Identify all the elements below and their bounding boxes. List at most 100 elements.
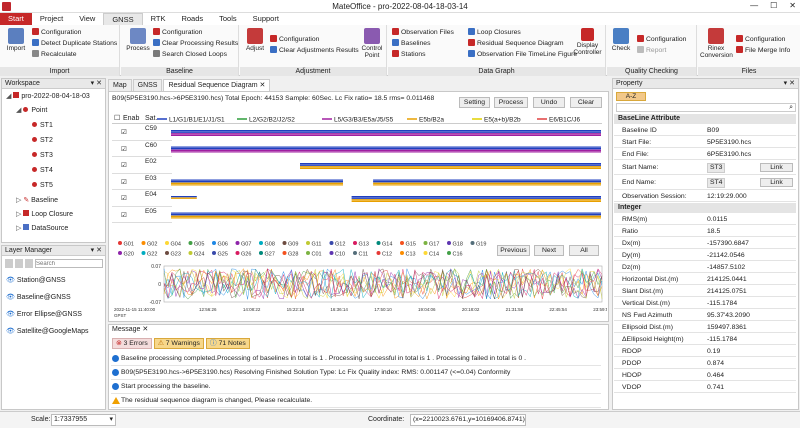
residual-diagram-button[interactable]: Residual Sequence Diagram (468, 39, 564, 48)
check-button[interactable]: Check (610, 28, 632, 52)
satellite-row[interactable]: ☑ E03 (112, 174, 172, 190)
layer-error-ellipse[interactable]: 👁 Error Ellipse@GNSS (6, 310, 82, 319)
tree-point[interactable]: ◢ Point (16, 106, 47, 115)
satellite-row[interactable]: ☑ E02 (112, 157, 172, 174)
satellite-row[interactable]: ☑ C59 (112, 124, 172, 141)
minimize-icon[interactable]: — (750, 1, 758, 10)
property-row[interactable]: Dz(m) -14857.5102 (614, 262, 796, 273)
maximize-icon[interactable]: ☐ (770, 1, 777, 10)
setting-button[interactable]: Setting (459, 97, 490, 108)
timeline-figure-button[interactable]: Observation File TimeLine Figure (468, 50, 577, 59)
close-tab-icon[interactable]: ✕ (260, 82, 266, 89)
errors-tab[interactable]: ⊗ 3 Errors (112, 338, 152, 349)
eye-icon[interactable]: 👁 (6, 294, 17, 301)
observation-files-button[interactable]: Observation Files (392, 28, 454, 37)
adjustment-configuration-button[interactable]: Configuration (270, 35, 319, 44)
scale-select[interactable]: 1:7337955 ▾ (51, 414, 116, 426)
property-row[interactable]: Observation Session: 12:19:29.000 (614, 191, 796, 202)
enable-checkbox[interactable]: ☐ (114, 114, 120, 122)
property-search-input[interactable]: ⌕ (616, 103, 796, 112)
process-residual-button[interactable]: Process (494, 97, 528, 108)
display-controller-button[interactable]: Display Controller (571, 28, 604, 56)
previous-button[interactable]: Previous (497, 245, 530, 256)
property-row[interactable]: HDOP 0.464 (614, 370, 796, 381)
tree-project[interactable]: ◢ pro-2022-08-04-18-03 (6, 92, 90, 101)
layer-satellite[interactable]: 👁 Satellite@GoogleMaps (6, 327, 89, 336)
report-button[interactable]: Report (637, 46, 666, 55)
detect-duplicates-button[interactable]: Detect Duplicate Stations (32, 39, 117, 48)
property-row[interactable]: NS Fwd Azimuth 95.37'43.2090 (614, 310, 796, 321)
tree-baseline[interactable]: ▷ ✎ Baseline (16, 196, 58, 205)
message-row[interactable]: B09(5P5E3190.hcs->6P5E3190.hcs) Resolvin… (111, 366, 601, 380)
property-row[interactable]: RMS(m) 0.0115 (614, 214, 796, 225)
menu-view[interactable]: View (71, 13, 103, 25)
property-row[interactable]: Start Name: ST3 Link (614, 161, 796, 175)
warnings-tab[interactable]: ⚠ 7 Warnings (153, 338, 204, 349)
menu-rtk[interactable]: RTK (143, 13, 174, 25)
satellite-checkbox[interactable]: ☑ (121, 161, 127, 169)
rinex-conversion-button[interactable]: Rinex Conversion (700, 28, 733, 59)
close-tab-icon[interactable]: ✕ (142, 326, 148, 333)
loop-closures-button[interactable]: Loop Closures (468, 28, 521, 37)
files-configuration-button[interactable]: Configuration (736, 35, 785, 44)
eye-icon[interactable]: 👁 (6, 277, 17, 284)
tree-st5[interactable]: ST5 (32, 181, 53, 190)
property-row[interactable]: PDOP 0.874 (614, 358, 796, 369)
property-row[interactable]: Dx(m) -157390.6847 (614, 238, 796, 249)
import-configuration-button[interactable]: Configuration (32, 28, 81, 37)
panel-buttons[interactable]: ▾ ✕ (91, 246, 102, 256)
property-row[interactable]: Baseline ID B09 (614, 125, 796, 136)
link-button[interactable]: Link (760, 163, 793, 172)
clear-adjustments-button[interactable]: Clear Adjustments Results (270, 46, 359, 55)
satellite-checkbox[interactable]: ☑ (121, 194, 127, 202)
satellite-checkbox[interactable]: ☑ (121, 145, 127, 153)
property-row[interactable]: End Name: ST4 Link (614, 176, 796, 190)
tree-st2[interactable]: ST2 (32, 136, 53, 145)
property-row[interactable]: Start File: 5P5E3190.hcs (614, 137, 796, 148)
baseline-configuration-button[interactable]: Configuration (153, 28, 202, 37)
undo-button[interactable]: Undo (533, 97, 565, 108)
sort-az-button[interactable]: A-Z (616, 92, 646, 101)
layer-baseline[interactable]: 👁 Baseline@GNSS (6, 293, 71, 302)
baselines-button[interactable]: Baselines (392, 39, 430, 48)
menu-roads[interactable]: Roads (173, 13, 211, 25)
property-row[interactable]: RDOP 0.19 (614, 346, 796, 357)
menu-start[interactable]: Start (0, 13, 32, 25)
property-row[interactable]: Dy(m) -21142.0546 (614, 250, 796, 261)
eye-icon[interactable]: 👁 (6, 328, 17, 335)
search-loops-button[interactable]: Search Closed Loops (153, 50, 227, 59)
menu-gnss[interactable]: GNSS (103, 13, 143, 25)
message-row[interactable]: Start processing the baseline. (111, 380, 601, 394)
all-button[interactable]: All (569, 245, 599, 256)
tree-datasource[interactable]: ▷ DataSource (16, 224, 68, 233)
tree-loop-closure[interactable]: ▷ Loop Closure (16, 210, 73, 219)
layer-tool-icon[interactable] (15, 259, 23, 268)
menu-project[interactable]: Project (32, 13, 71, 25)
property-row[interactable]: VDOP 0.741 (614, 382, 796, 393)
clear-button[interactable]: Clear (570, 97, 602, 108)
notes-tab[interactable]: ⓘ 71 Notes (205, 338, 250, 349)
satellite-checkbox[interactable]: ☑ (121, 178, 127, 186)
tab-gnss[interactable]: GNSS (132, 79, 163, 91)
layer-tool-icon[interactable] (5, 259, 13, 268)
tree-st1[interactable]: ST1 (32, 121, 53, 130)
tree-st3[interactable]: ST3 (32, 151, 53, 160)
satellite-checkbox[interactable]: ☑ (121, 211, 127, 219)
property-row[interactable]: Horizontal Dist.(m) 214125.0441 (614, 274, 796, 285)
property-row[interactable]: Vertical Dist.(m) -115.1784 (614, 298, 796, 309)
menu-support[interactable]: Support (245, 13, 287, 25)
menu-tools[interactable]: Tools (211, 13, 245, 25)
close-icon[interactable]: ✕ (789, 1, 796, 10)
layer-station[interactable]: 👁 Station@GNSS (6, 276, 66, 285)
property-row[interactable]: Ellipsoid Dist.(m) 159497.8361 (614, 322, 796, 333)
control-point-button[interactable]: Control Point (359, 28, 385, 59)
file-merge-button[interactable]: File Merge Info (736, 46, 790, 55)
satellite-row[interactable]: ☑ C60 (112, 141, 172, 157)
satellite-row[interactable]: ☑ E04 (112, 190, 172, 207)
tab-map[interactable]: Map (108, 79, 132, 91)
message-row[interactable]: The residual sequence diagram is changed… (111, 394, 601, 408)
clear-processing-button[interactable]: Clear Processing Results (153, 39, 238, 48)
stations-button[interactable]: Stations (392, 50, 426, 59)
adjust-button[interactable]: Adjust (243, 28, 267, 52)
panel-buttons[interactable]: ▾ ✕ (91, 79, 102, 89)
